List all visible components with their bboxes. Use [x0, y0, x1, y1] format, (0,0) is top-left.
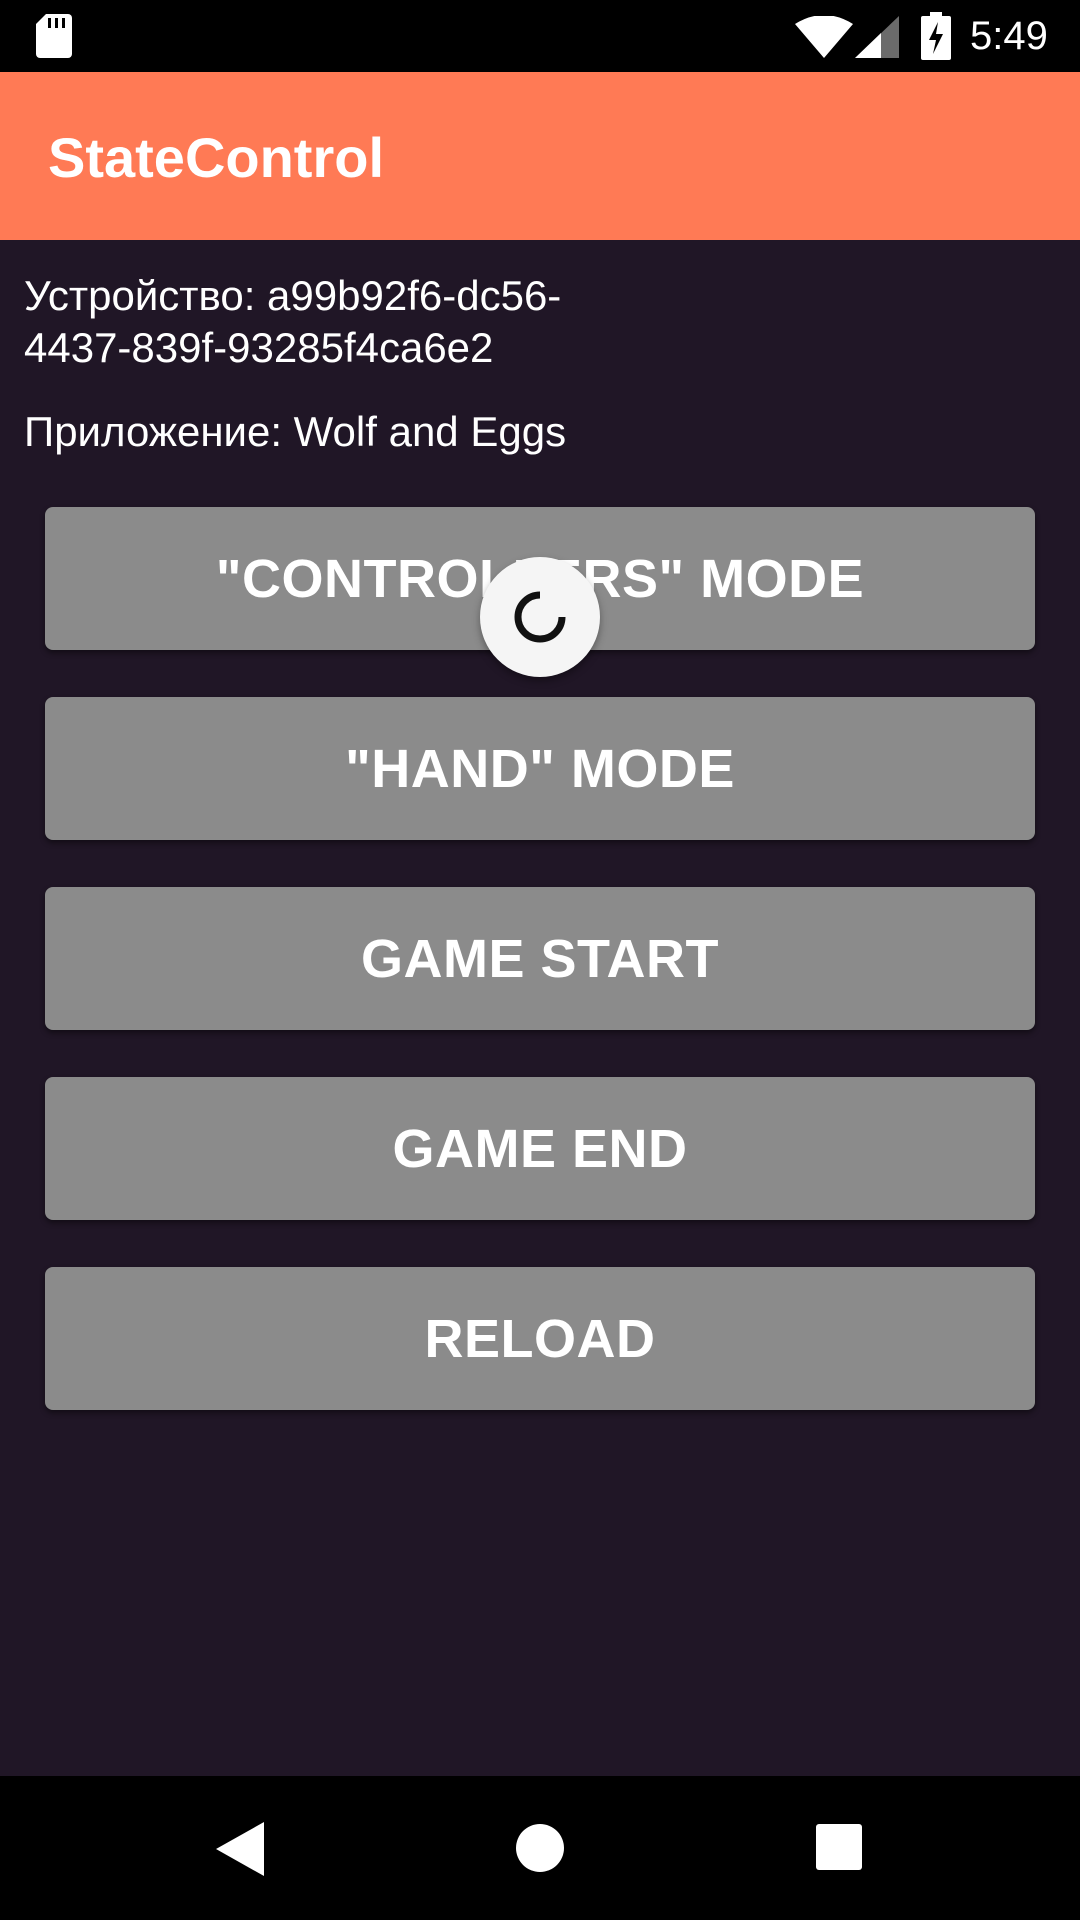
- recents-icon[interactable]: [816, 1824, 862, 1870]
- loading-spinner: [480, 557, 600, 677]
- reload-button[interactable]: RELOAD: [45, 1267, 1035, 1410]
- app-title: StateControl: [48, 126, 384, 189]
- status-clock: 5:49: [970, 14, 1048, 58]
- game-end-button[interactable]: GAME END: [45, 1077, 1035, 1220]
- app-bar: StateControl: [0, 72, 1080, 240]
- refresh-spinner-icon: [514, 591, 566, 643]
- signal-icon: [855, 16, 899, 58]
- battery-charging-icon: [921, 12, 951, 60]
- hand-mode-button[interactable]: "HAND" MODE: [45, 697, 1035, 840]
- device-id-label: Устройство: a99b92f6-dc56-4437-839f-9328…: [24, 272, 562, 371]
- back-icon[interactable]: [216, 1822, 264, 1876]
- sd-card-icon: [36, 14, 72, 58]
- game-start-button[interactable]: GAME START: [45, 887, 1035, 1030]
- wifi-icon: [795, 16, 853, 58]
- status-bar: 5:49: [0, 0, 1080, 72]
- application-label: Приложение: Wolf and Eggs: [24, 408, 567, 455]
- home-icon[interactable]: [516, 1824, 564, 1872]
- navigation-bar: [0, 1776, 1080, 1920]
